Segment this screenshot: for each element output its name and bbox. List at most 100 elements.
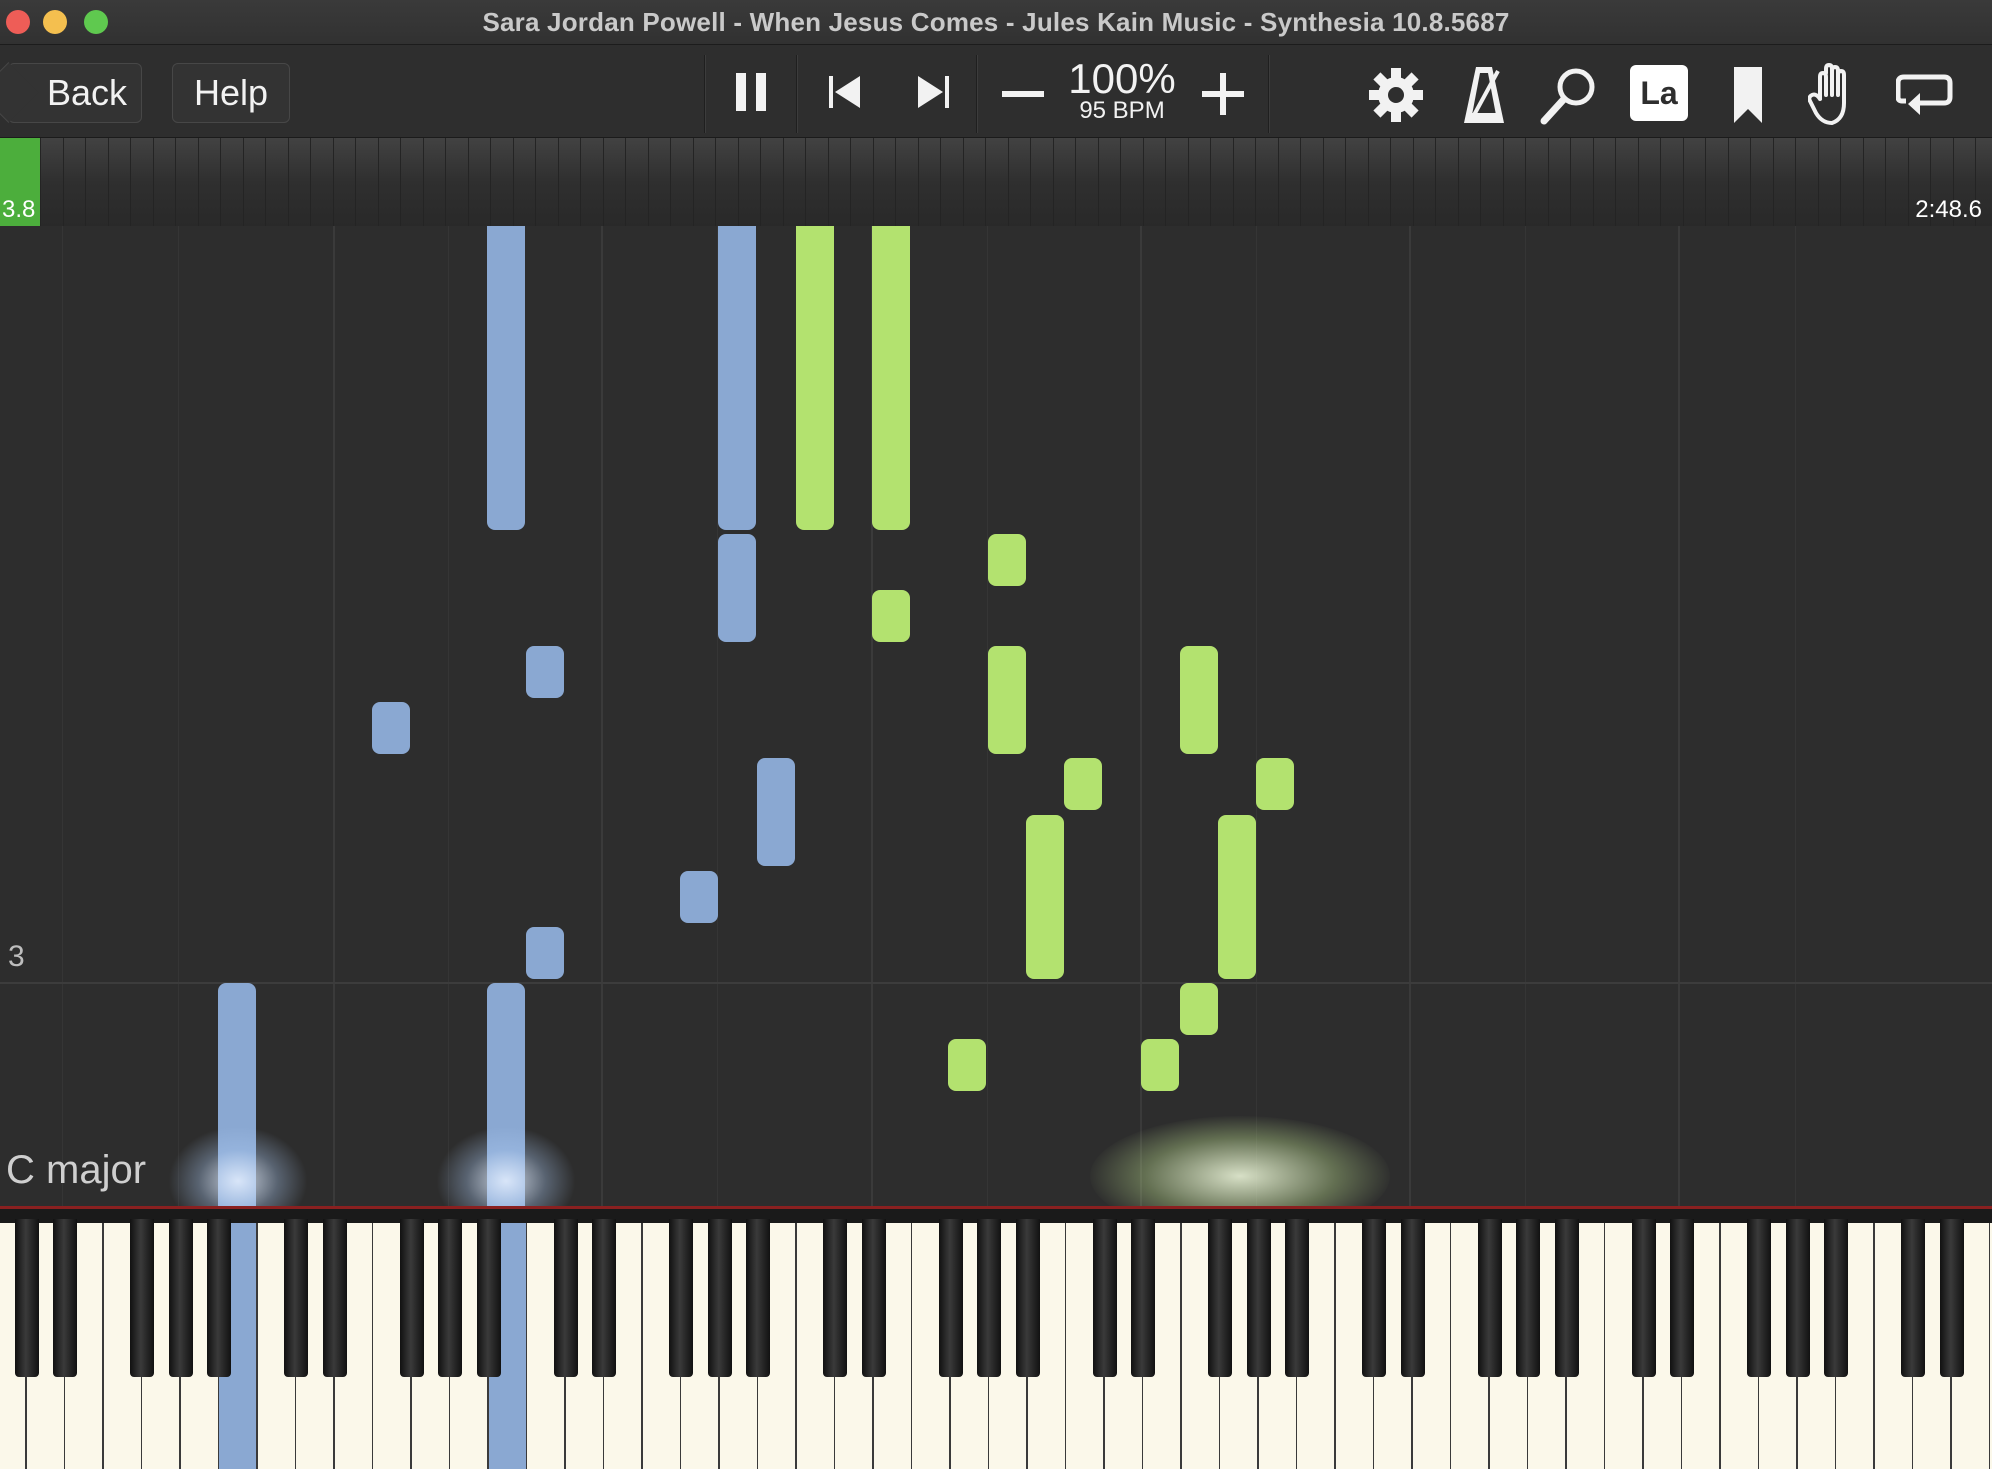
note-labels-icon[interactable]: La [1630,65,1688,121]
skip-back-icon[interactable] [826,73,866,111]
black-key[interactable] [1401,1219,1425,1377]
black-key[interactable] [1016,1219,1040,1377]
black-key[interactable] [1131,1219,1155,1377]
timeline-tick [1255,138,1256,226]
timeline-tick [1548,138,1549,226]
right-hand-note [1180,983,1218,1035]
timeline-tick [1638,138,1639,226]
left-hand-note [718,226,756,530]
black-key[interactable] [862,1219,886,1377]
timeline-tick [580,138,581,226]
song-timeline[interactable]: 3.8 2:48.6 [0,138,1992,226]
left-hand-note [487,226,525,530]
timeline-tick [1210,138,1211,226]
back-button[interactable]: Back [0,62,142,123]
black-key[interactable] [746,1219,770,1377]
black-key[interactable] [323,1219,347,1377]
timeline-tick [310,138,311,226]
timeline-tick [1300,138,1301,226]
toolbar-divider [704,55,706,133]
black-key[interactable] [1632,1219,1656,1377]
timeline-tick [1615,138,1616,226]
right-hand-note [1026,815,1064,979]
black-key[interactable] [53,1219,77,1377]
timeline-tick [1750,138,1751,226]
note-hit-glow [1090,1116,1390,1206]
minus-icon[interactable] [1002,89,1046,99]
timeline-tick [805,138,806,226]
pause-icon[interactable] [732,71,772,113]
timeline-tick [1188,138,1189,226]
black-key[interactable] [207,1219,231,1377]
plus-icon[interactable] [1202,72,1246,116]
black-key[interactable] [554,1219,578,1377]
measure-number: 3 [8,940,25,973]
timeline-tick [1053,138,1054,226]
black-key[interactable] [1555,1219,1579,1377]
black-key[interactable] [1940,1219,1964,1377]
timeline-tick [1413,138,1414,226]
timeline-tick [1570,138,1571,226]
black-key[interactable] [823,1219,847,1377]
key-signature: C major [6,1148,147,1192]
note-roll: 3 C major [0,226,1992,1206]
timeline-tick [1143,138,1144,226]
left-hand-note [526,646,564,698]
black-key[interactable] [708,1219,732,1377]
timeline-tick [153,138,154,226]
left-hand-note [680,871,718,923]
black-key[interactable] [669,1219,693,1377]
black-key[interactable] [1516,1219,1540,1377]
tempo-readout: 95 BPM [1079,97,1165,124]
timeline-tick [1458,138,1459,226]
hand-icon[interactable] [1808,63,1860,127]
black-key[interactable] [15,1219,39,1377]
black-key[interactable] [1247,1219,1271,1377]
timeline-tick [963,138,964,226]
timeline-tick [1593,138,1594,226]
loop-icon[interactable] [1896,71,1954,117]
black-key[interactable] [400,1219,424,1377]
timeline-tick [40,138,41,226]
skip-forward-icon[interactable] [914,73,954,111]
piano-keyboard[interactable] [0,1206,1992,1469]
black-key[interactable] [1670,1219,1694,1377]
title-bar: Sara Jordan Powell - When Jesus Comes - … [0,0,1992,45]
magnifier-icon[interactable] [1540,65,1600,125]
timeline-tick [1480,138,1481,226]
black-key[interactable] [1208,1219,1232,1377]
black-key[interactable] [1786,1219,1810,1377]
black-key[interactable] [1824,1219,1848,1377]
key-guideline [62,226,63,1206]
timeline-tick [445,138,446,226]
timeline-tick [85,138,86,226]
right-hand-note [988,534,1026,586]
black-key[interactable] [1285,1219,1309,1377]
black-key[interactable] [592,1219,616,1377]
black-key[interactable] [477,1219,501,1377]
timeline-tick [535,138,536,226]
timeline-tick [1773,138,1774,226]
key-guideline [1525,226,1526,1206]
black-key[interactable] [1747,1219,1771,1377]
black-key[interactable] [1478,1219,1502,1377]
black-key[interactable] [939,1219,963,1377]
gear-icon[interactable] [1368,67,1424,123]
timeline-tick [378,138,379,226]
black-key[interactable] [438,1219,462,1377]
black-key[interactable] [1093,1219,1117,1377]
timeline-tick [265,138,266,226]
black-key[interactable] [1362,1219,1386,1377]
left-hand-note [372,702,410,754]
metronome-icon[interactable] [1462,65,1506,125]
black-key[interactable] [1901,1219,1925,1377]
black-key[interactable] [130,1219,154,1377]
timeline-tick [940,138,941,226]
black-key[interactable] [169,1219,193,1377]
black-key[interactable] [284,1219,308,1377]
help-button[interactable]: Help [172,63,290,123]
timeline-tick [1435,138,1436,226]
black-key[interactable] [977,1219,1001,1377]
timeline-tick [1705,138,1706,226]
bookmark-icon[interactable] [1730,65,1766,125]
